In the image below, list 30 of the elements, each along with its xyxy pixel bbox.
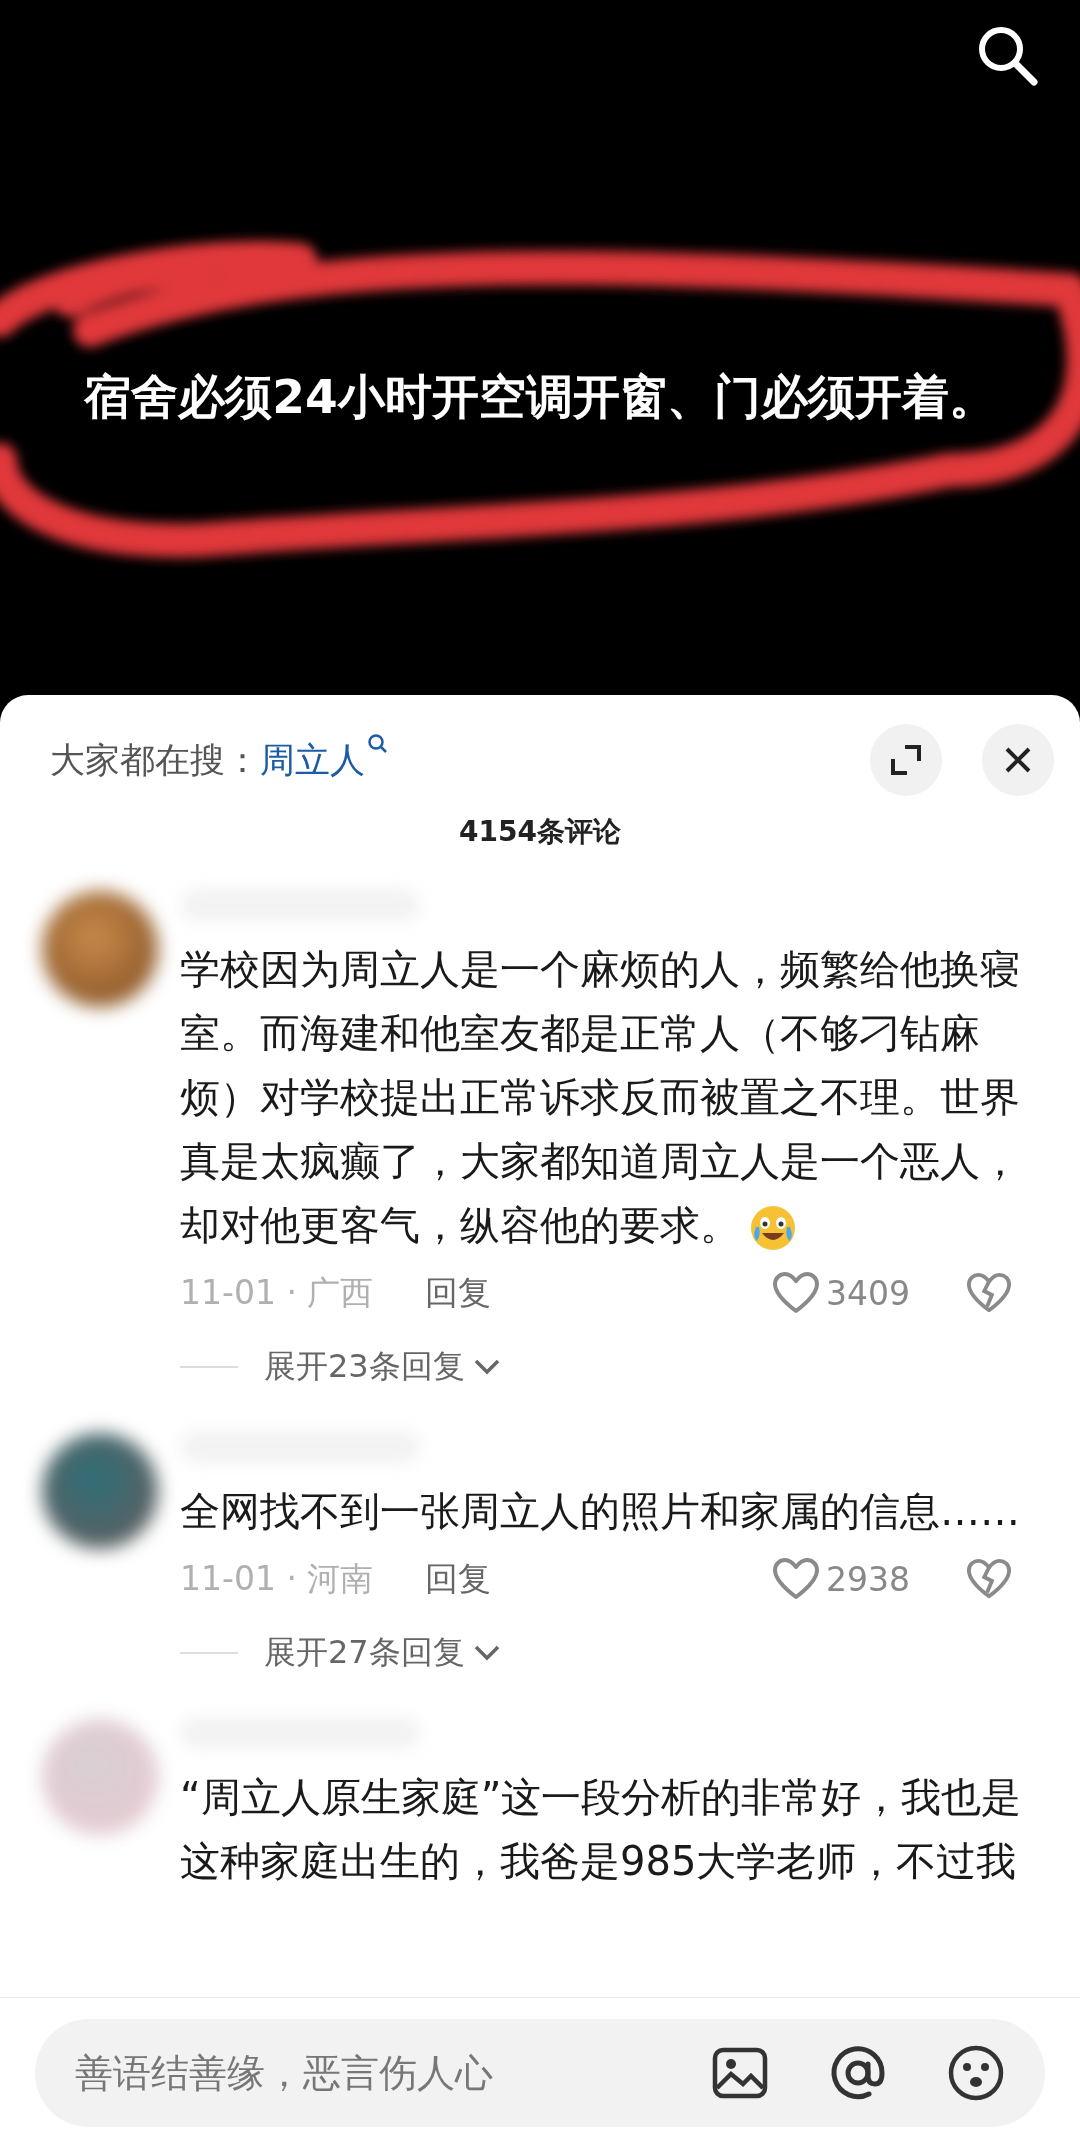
comment-count: 4154条评论 bbox=[458, 814, 622, 850]
like-count: 2938 bbox=[826, 1559, 911, 1599]
reply-link[interactable]: 回复 bbox=[425, 1270, 492, 1316]
video-caption: 宿舍必须24小时开空调开窗、门必须开着。 bbox=[83, 368, 997, 426]
search-icon[interactable] bbox=[367, 733, 389, 755]
smiley-icon[interactable] bbox=[947, 2044, 1005, 2102]
trending-search-link[interactable]: 周立人 bbox=[260, 736, 365, 784]
expand-replies-link[interactable]: 展开23条回复 bbox=[264, 1345, 465, 1389]
trending-label: 大家都在搜： bbox=[50, 738, 260, 782]
heart-icon[interactable] bbox=[772, 1271, 820, 1315]
expand-icon bbox=[889, 743, 923, 777]
comment-date-location: 11-01 · 广西 bbox=[180, 1271, 374, 1314]
avatar[interactable] bbox=[42, 891, 158, 1007]
chevron-down-icon[interactable] bbox=[472, 1643, 501, 1663]
comment-text: 全网找不到一张周立人的照片和家属的信息…… bbox=[180, 1487, 1021, 1536]
broken-heart-icon[interactable] bbox=[966, 1557, 1012, 1601]
heart-icon[interactable] bbox=[772, 1557, 820, 1601]
close-icon bbox=[1003, 745, 1033, 775]
reply-link[interactable]: 回复 bbox=[425, 1556, 492, 1602]
comment-input-field[interactable]: 善语结善缘，恶言伤人心 bbox=[73, 2050, 651, 2096]
comment-text: 学校因为周立人是一个麻烦的人，频繁给他换寝室。而海建和他室友都是正常人（不够刁钻麻烦）对学校提出正常诉求反而被置之不理。世界真是太疯癫了，大家都知道周立人是一个恶人，却对他更客气，纵容他的要求。 bbox=[180, 937, 1050, 1257]
like-count: 3409 bbox=[826, 1273, 911, 1313]
comment-text: “周立人原生家庭”这一段分析的非常好，我也是这种家庭出生的，我爸是985大学老师，不过我 bbox=[180, 1773, 1023, 1886]
expand-replies-link[interactable]: 展开27条回复 bbox=[264, 1631, 465, 1675]
at-sign-icon[interactable] bbox=[829, 2044, 887, 2102]
crying-laughing-emoji-icon bbox=[750, 1205, 796, 1251]
broken-heart-icon[interactable] bbox=[966, 1271, 1012, 1315]
comment-date-location: 11-01 · 河南 bbox=[180, 1557, 374, 1600]
chevron-down-icon[interactable] bbox=[472, 1357, 501, 1377]
avatar[interactable] bbox=[42, 1433, 158, 1549]
